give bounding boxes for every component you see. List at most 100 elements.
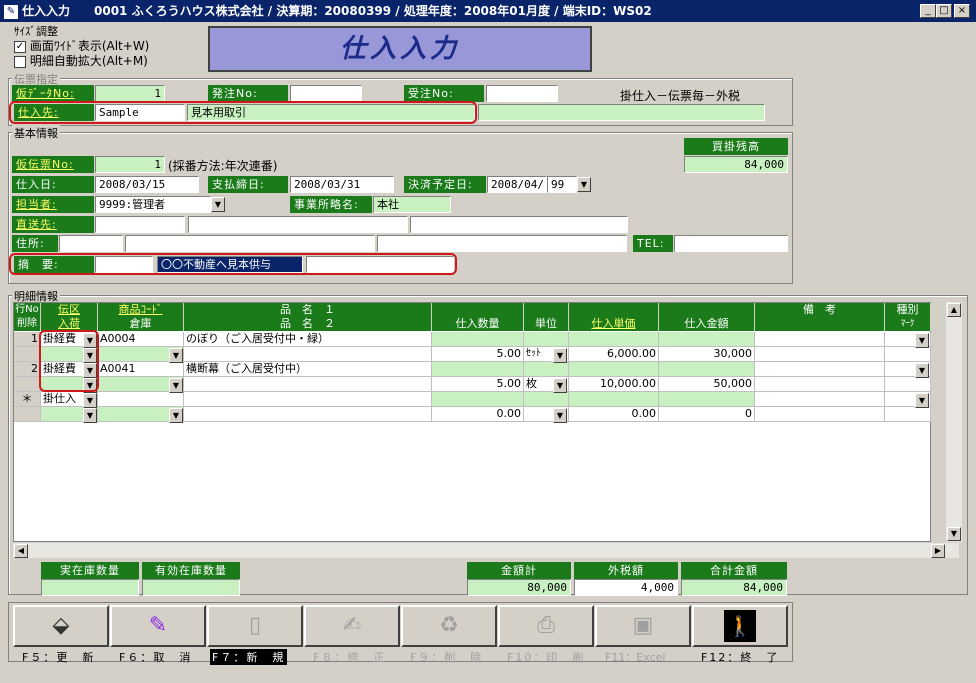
price-cell[interactable]: 0.00: [569, 407, 659, 422]
kari-denpyo-field[interactable]: 1: [95, 156, 165, 173]
chevron-down-icon[interactable]: ▼: [915, 363, 929, 378]
receive-no-field[interactable]: [486, 85, 558, 102]
qty-cell[interactable]: 5.00: [432, 377, 524, 392]
close-date-label: 支払締日:: [208, 176, 288, 193]
eff-stock-field: [142, 579, 240, 596]
chevron-down-icon[interactable]: ▼: [211, 197, 225, 212]
chevron-down-icon[interactable]: ▼: [577, 177, 591, 192]
tel-label: TEL:: [633, 235, 673, 252]
cell[interactable]: [755, 347, 885, 362]
close-date-field[interactable]: 2008/03/31: [290, 176, 394, 193]
zip-field[interactable]: [59, 235, 123, 252]
vertical-scrollbar[interactable]: [946, 302, 962, 542]
f7-label: F７：新 規: [210, 649, 288, 665]
direct-dest-code-field[interactable]: [95, 216, 185, 233]
chevron-down-icon[interactable]: ▼: [553, 408, 567, 423]
settle-day-select[interactable]: 99: [547, 176, 577, 193]
mark-cell[interactable]: [885, 407, 931, 422]
price-cell[interactable]: 6,000.00: [569, 347, 659, 362]
note-cell[interactable]: [755, 362, 885, 377]
horizontal-scrollbar[interactable]: [13, 543, 959, 558]
exit-button[interactable]: 🚶: [692, 605, 788, 647]
eraser-icon: ⬙: [52, 613, 70, 638]
chevron-down-icon[interactable]: ▼: [553, 378, 567, 393]
name2-cell[interactable]: [184, 377, 432, 392]
delete-checkbox[interactable]: [14, 347, 41, 362]
cell: [524, 392, 569, 407]
header-price: 仕入単価: [569, 317, 659, 331]
name1-cell[interactable]: のぼり（ご入居受付中・緑）: [184, 332, 432, 347]
scroll-right-icon[interactable]: ▶: [931, 544, 945, 558]
code-cell[interactable]: A0004: [98, 332, 184, 347]
address1-field[interactable]: [125, 235, 375, 252]
purchase-date-field[interactable]: 2008/03/15: [95, 176, 199, 193]
row-no: 1: [14, 332, 41, 347]
qty-cell[interactable]: 0.00: [432, 407, 524, 422]
title-bar: ✎ 仕入入力 0001 ふくろうハウス株式会社 / 決算期：20080399 / …: [0, 0, 976, 22]
cell: [524, 332, 569, 347]
code-cell[interactable]: [98, 392, 184, 407]
note-cell[interactable]: [755, 332, 885, 347]
address2-field[interactable]: [377, 235, 627, 252]
office-label: 事業所略名:: [290, 196, 372, 213]
chevron-down-icon[interactable]: ▼: [169, 378, 183, 393]
name1-cell[interactable]: [184, 392, 432, 407]
settle-date-field[interactable]: 2008/04/: [487, 176, 547, 193]
delete-button[interactable]: ♻: [401, 605, 497, 647]
detail-grid: 行No 伝区 商品ｺｰﾄﾞ 品 名 １ 備 考 種別 削除 入荷 倉庫 品 名 …: [13, 302, 931, 542]
mark-cell[interactable]: [885, 347, 931, 362]
cell[interactable]: [755, 407, 885, 422]
chevron-down-icon[interactable]: ▼: [553, 348, 567, 363]
chevron-down-icon[interactable]: ▼: [915, 333, 929, 348]
header-blank: [569, 303, 659, 317]
direct-dest-name-field[interactable]: [188, 216, 408, 233]
sum-value: 80,000: [467, 579, 571, 596]
qty-cell[interactable]: 5.00: [432, 347, 524, 362]
auto-expand-checkbox[interactable]: 明細自動拡大(Alt+M): [14, 52, 148, 69]
update-button[interactable]: ⬙: [13, 605, 109, 647]
detail-rows: 1 掛経費 A0004 のぼり（ご入居受付中・緑） 5.00 ｾｯﾄ 6,000…: [14, 332, 931, 422]
name2-cell[interactable]: [184, 347, 432, 362]
chevron-down-icon[interactable]: ▼: [169, 348, 183, 363]
chevron-down-icon[interactable]: ▼: [915, 393, 929, 408]
name2-cell[interactable]: [184, 407, 432, 422]
cancel-button[interactable]: ✎: [110, 605, 206, 647]
chevron-down-icon[interactable]: ▼: [83, 408, 97, 423]
order-no-field[interactable]: [290, 85, 362, 102]
f10-label: F10：印 刷: [507, 651, 586, 664]
cell: [524, 362, 569, 377]
scroll-down-icon[interactable]: ▼: [947, 527, 961, 541]
name1-cell[interactable]: 横断幕（ご入居受付中）: [184, 362, 432, 377]
new-button[interactable]: ▯: [207, 605, 303, 647]
numbering-text: (採番方法:年次連番): [168, 159, 278, 173]
window-title: 仕入入力 0001 ふくろうハウス株式会社 / 決算期：20080399 / 処…: [22, 4, 652, 18]
chevron-down-icon[interactable]: ▼: [169, 408, 183, 423]
cell[interactable]: [755, 377, 885, 392]
tax-value[interactable]: 4,000: [574, 579, 678, 596]
price-cell[interactable]: 10,000.00: [569, 377, 659, 392]
kari-data-no-field[interactable]: 1: [95, 85, 165, 102]
scroll-left-icon[interactable]: ◀: [14, 544, 28, 558]
header-row-no: 行No: [14, 303, 41, 317]
tel-field[interactable]: [674, 235, 788, 252]
mark-cell[interactable]: [885, 377, 931, 392]
print-button[interactable]: ⎙: [498, 605, 594, 647]
edit-button[interactable]: ✍: [304, 605, 400, 647]
note-cell[interactable]: [755, 392, 885, 407]
excel-button[interactable]: ▣: [595, 605, 691, 647]
staff-select[interactable]: 9999:管理者: [95, 196, 211, 213]
cell: [659, 392, 755, 407]
header-warehouse: 倉庫: [98, 317, 184, 331]
direct-dest-extra-field[interactable]: [410, 216, 628, 233]
close-button[interactable]: ×: [954, 4, 970, 18]
code-cell[interactable]: A0041: [98, 362, 184, 377]
minimize-button[interactable]: _: [920, 4, 936, 18]
delete-checkbox[interactable]: [14, 407, 41, 422]
printer-icon: ⎙: [537, 613, 555, 638]
delete-checkbox[interactable]: [14, 377, 41, 392]
sum-label: 金額計: [467, 562, 571, 579]
header-blank: [659, 303, 755, 317]
scroll-up-icon[interactable]: ▲: [947, 303, 961, 317]
maximize-button[interactable]: □: [936, 4, 952, 18]
chevron-down-icon[interactable]: ▼: [83, 393, 97, 408]
